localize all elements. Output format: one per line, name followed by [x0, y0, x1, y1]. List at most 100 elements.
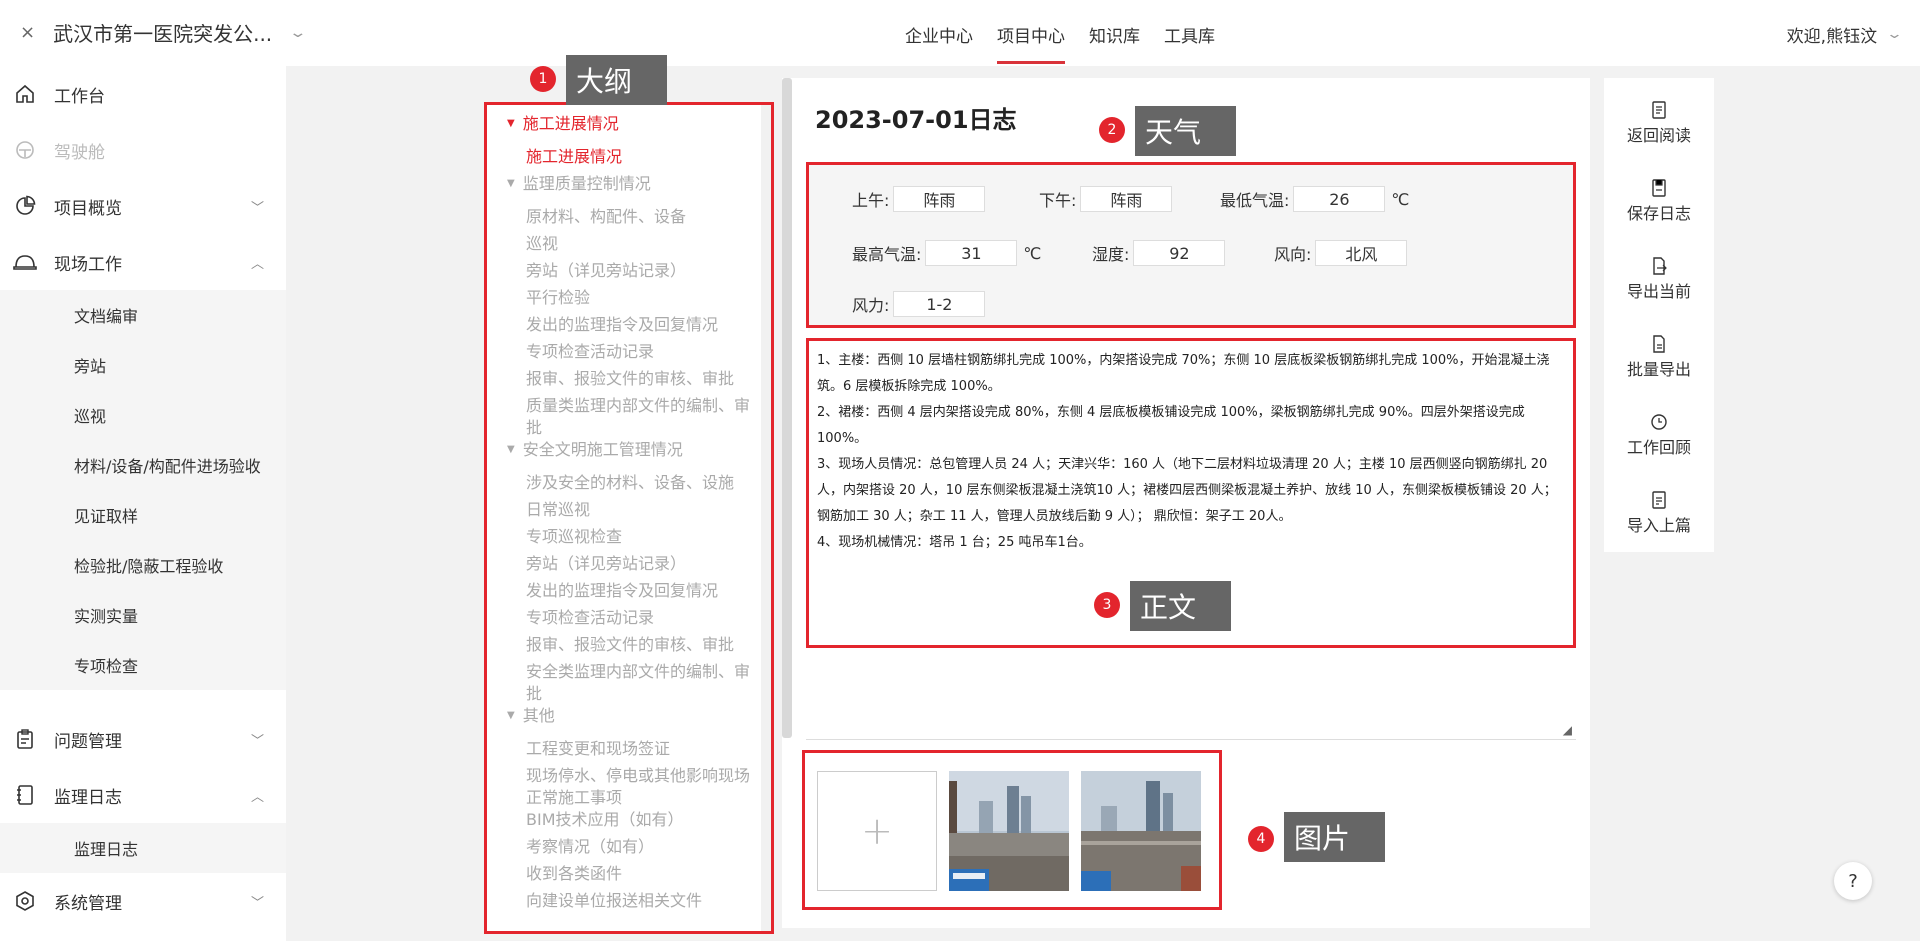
close-icon[interactable]: ×	[20, 22, 35, 43]
welcome-text[interactable]: 欢迎,熊钰汶	[1787, 22, 1877, 47]
outline-item[interactable]: 工程变更和现场签证	[487, 738, 765, 760]
min-temp-input[interactable]: 26	[1293, 186, 1386, 212]
sidebar-item-patrol[interactable]: 巡视	[0, 390, 286, 440]
user-menu[interactable]: 欢迎,熊钰汶 ⌄	[1787, 22, 1904, 47]
image-thumbnail[interactable]	[1081, 771, 1201, 891]
outline-item[interactable]: 报审、报验文件的审核、审批	[487, 368, 765, 390]
sidebar-item-workbench[interactable]: 工作台	[0, 66, 286, 122]
humidity-input[interactable]: 92	[1133, 240, 1226, 266]
body-text-area-bottom[interactable]: ◢	[806, 648, 1576, 740]
weather-pm-field: 下午: 阵雨	[1039, 186, 1173, 212]
outline-item[interactable]: 涉及安全的材料、设备、设施	[487, 472, 765, 494]
save-icon	[1652, 179, 1666, 197]
nav-enterprise-center[interactable]: 企业中心	[893, 0, 985, 66]
nav-tool-library[interactable]: 工具库	[1152, 0, 1227, 66]
outline-item[interactable]: 考察情况（如有）	[487, 836, 765, 858]
wind-direction-input[interactable]: 北风	[1315, 240, 1408, 266]
image-thumbnail[interactable]	[949, 771, 1069, 891]
chevron-down-icon[interactable]: ⌄	[1886, 27, 1903, 42]
outline-item[interactable]: BIM技术应用（如有）	[487, 809, 765, 831]
sidebar-item-cockpit[interactable]: 驾驶舱	[0, 122, 286, 178]
sidebar-item-special-inspection[interactable]: 专项检查	[0, 640, 286, 690]
org-selector[interactable]: × 武汉市第一医院突发公... ⌄	[20, 18, 307, 47]
body-paragraph: 4、现场机械情况：塔吊 1 台；25 吨吊车1台。	[817, 535, 1092, 550]
batch-export-button[interactable]: 批量导出	[1604, 334, 1714, 380]
notebook-icon	[12, 782, 38, 808]
weather-pm-input[interactable]: 阵雨	[1080, 186, 1173, 212]
callout-badge-4: 4	[1248, 826, 1274, 852]
outline-item[interactable]: 旁站（详见旁站记录）	[487, 260, 765, 282]
min-temp-label: 最低气温:	[1220, 191, 1290, 210]
wind-force-label: 风力:	[852, 296, 890, 315]
save-log-button[interactable]: 保存日志	[1604, 178, 1714, 224]
max-temp-unit: ℃	[1023, 243, 1042, 263]
help-button[interactable]: ?	[1834, 862, 1872, 900]
outline-section[interactable]: ▼ 其他	[487, 705, 555, 727]
outline-item[interactable]: 安全类监理内部文件的编制、审批	[487, 661, 765, 705]
sidebar-item-supervision-log-sub[interactable]: 监理日志	[0, 823, 286, 873]
outline-item[interactable]: 日常巡视	[487, 499, 765, 521]
outline-item[interactable]: 专项检查活动记录	[487, 607, 765, 629]
sidebar-item-label: 问题管理	[54, 731, 122, 752]
min-temp-unit: ℃	[1391, 189, 1410, 209]
sidebar-item-field-work[interactable]: 现场工作 ︿	[0, 234, 286, 290]
home-icon	[12, 81, 38, 107]
outline-section[interactable]: ▼ 施工进展情况	[487, 113, 619, 135]
humidity-label: 湿度:	[1092, 245, 1130, 264]
chevron-up-icon: ︿	[250, 789, 264, 805]
humidity-field: 湿度: 92	[1092, 240, 1226, 266]
outline-item[interactable]: 发出的监理指令及回复情况	[487, 314, 765, 336]
caret-down-icon[interactable]: ▼	[507, 705, 515, 727]
add-image-button[interactable]: +	[817, 771, 937, 891]
chevron-down-icon[interactable]: ⌄	[289, 25, 308, 41]
outline-item[interactable]: 发出的监理指令及回复情况	[487, 580, 765, 602]
caret-down-icon[interactable]: ▼	[507, 173, 515, 195]
caret-down-icon[interactable]: ▼	[507, 113, 515, 135]
outline-item[interactable]: 专项巡视检查	[487, 526, 765, 548]
import-previous-button[interactable]: 导入上篇	[1604, 490, 1714, 536]
export-current-button[interactable]: 导出当前	[1604, 256, 1714, 302]
caret-down-icon[interactable]: ▼	[507, 439, 515, 461]
sidebar-item-witness-sampling[interactable]: 见证取样	[0, 490, 286, 540]
outline-item[interactable]: 质量类监理内部文件的编制、审批	[487, 395, 765, 439]
sidebar-item-system-management[interactable]: 系统管理 ﹀	[0, 873, 286, 929]
nav-knowledge-base[interactable]: 知识库	[1077, 0, 1152, 66]
work-review-button[interactable]: 工作回顾	[1604, 412, 1714, 458]
wind-direction-label: 风向:	[1274, 245, 1312, 264]
sidebar-item-inspection-batch[interactable]: 检验批/隐蔽工程验收	[0, 540, 286, 590]
sidebar-item-label: 监理日志	[54, 787, 122, 808]
min-temp-field: 最低气温: 26 ℃	[1220, 186, 1409, 212]
sidebar-item-document-review[interactable]: 文档编审	[0, 290, 286, 340]
resize-handle-icon[interactable]: ◢	[1563, 723, 1572, 737]
outline-item[interactable]: 收到各类函件	[487, 863, 765, 885]
org-name[interactable]: 武汉市第一医院突发公...	[53, 18, 272, 47]
sidebar-item-supervision-log[interactable]: 监理日志 ︿	[0, 767, 286, 823]
document-icon	[1652, 101, 1666, 119]
outline-section[interactable]: ▼ 安全文明施工管理情况	[487, 439, 683, 461]
outline-item[interactable]: 专项检查活动记录	[487, 341, 765, 363]
editor-scrollbar[interactable]	[782, 78, 792, 738]
wind-force-input[interactable]: 1-2	[893, 291, 986, 317]
max-temp-input[interactable]: 31	[925, 240, 1018, 266]
outline-item[interactable]: 平行检验	[487, 287, 765, 309]
callout-label-body: 正文	[1130, 581, 1231, 631]
weather-am-label: 上午:	[852, 191, 890, 210]
back-to-read-button[interactable]: 返回阅读	[1604, 100, 1714, 146]
outline-section[interactable]: ▼ 监理质量控制情况	[487, 173, 651, 195]
outline-item[interactable]: 原材料、构配件、设备	[487, 206, 765, 228]
clipboard-icon	[12, 726, 38, 752]
dashboard-icon	[12, 137, 38, 163]
nav-project-center[interactable]: 项目中心	[985, 0, 1077, 66]
sidebar-item-side-station[interactable]: 旁站	[0, 340, 286, 390]
outline-item[interactable]: 旁站（详见旁站记录）	[487, 553, 765, 575]
sidebar-item-material-acceptance[interactable]: 材料/设备/构配件进场验收	[0, 440, 286, 490]
outline-item[interactable]: 施工进展情况	[487, 146, 765, 168]
outline-item[interactable]: 现场停水、停电或其他影响现场正常施工事项	[487, 765, 765, 809]
weather-am-input[interactable]: 阵雨	[893, 186, 986, 212]
sidebar-item-issue-management[interactable]: 问题管理 ﹀	[0, 711, 286, 767]
sidebar-item-measurement[interactable]: 实测实量	[0, 590, 286, 640]
sidebar-item-project-overview[interactable]: 项目概览 ﹀	[0, 178, 286, 234]
outline-item[interactable]: 巡视	[487, 233, 765, 255]
outline-item[interactable]: 报审、报验文件的审核、审批	[487, 634, 765, 656]
outline-item[interactable]: 向建设单位报送相关文件	[487, 890, 765, 912]
